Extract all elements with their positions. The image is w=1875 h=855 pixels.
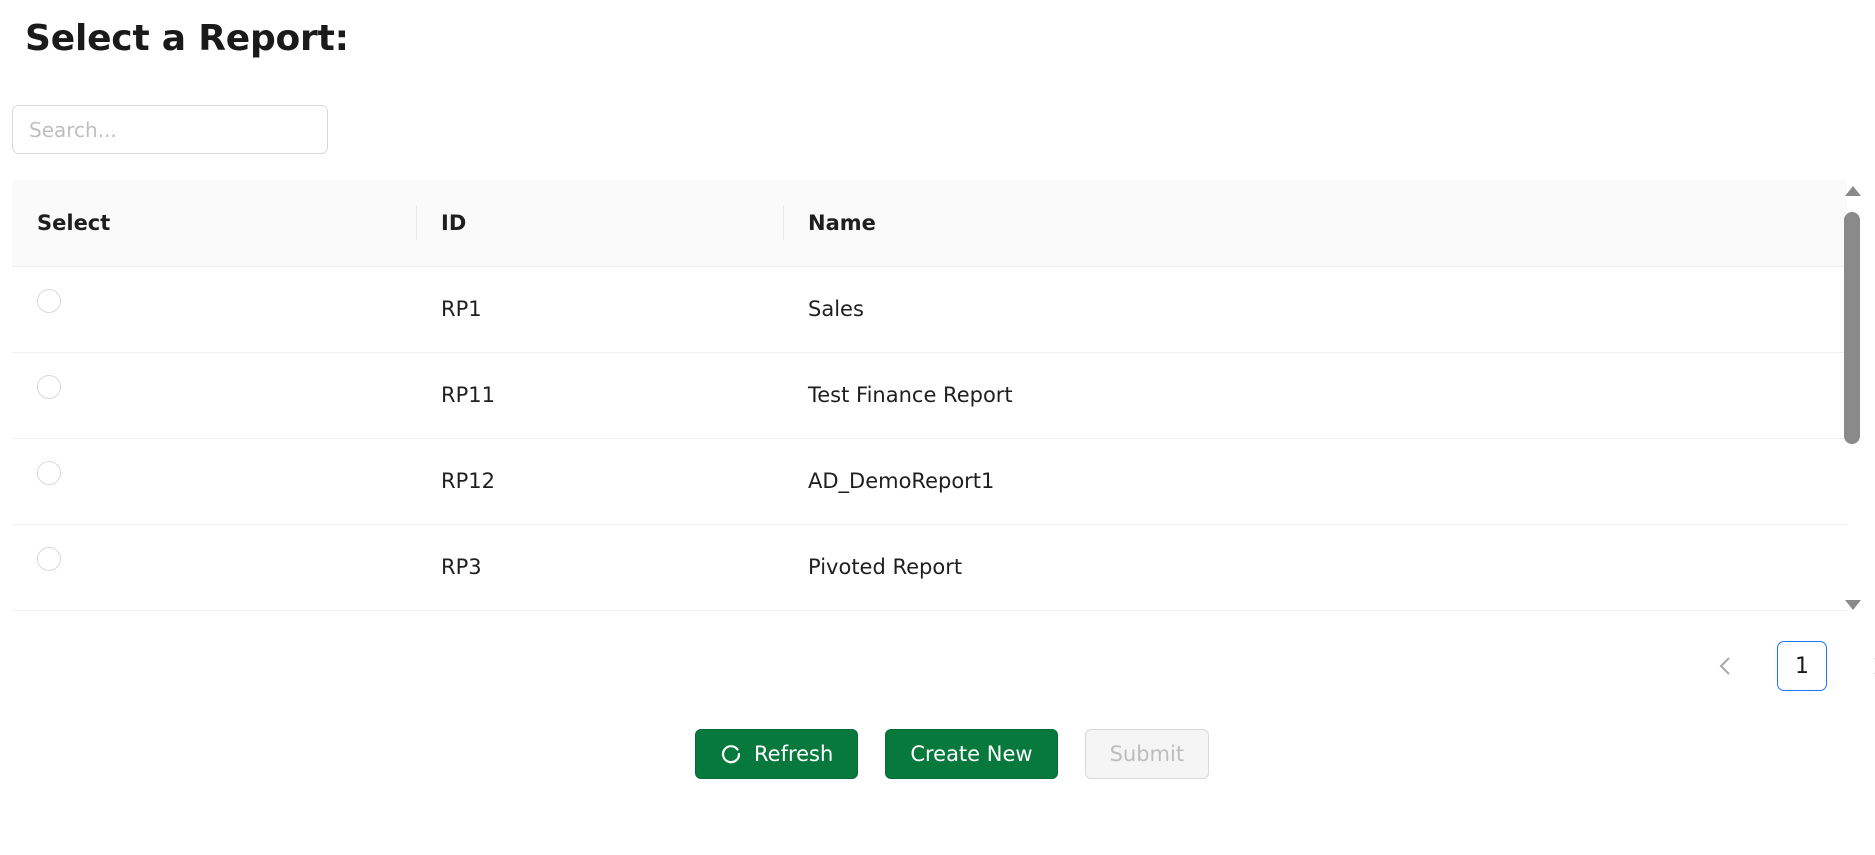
- table-row[interactable]: RP1 Sales: [12, 266, 1847, 353]
- name-cell: Sales: [783, 266, 1847, 353]
- scroll-down-arrow-icon[interactable]: [1845, 600, 1861, 610]
- row-radio-button[interactable]: [37, 547, 61, 571]
- select-cell: [12, 438, 416, 525]
- row-radio-button[interactable]: [37, 375, 61, 399]
- id-cell: RP11: [416, 352, 783, 439]
- pagination: 1: [1700, 641, 1875, 691]
- column-header-select: Select: [12, 180, 416, 267]
- pagination-page-current[interactable]: 1: [1777, 641, 1827, 691]
- submit-button[interactable]: Submit: [1084, 729, 1210, 779]
- scroll-up-arrow-icon[interactable]: [1845, 186, 1861, 196]
- row-radio-button[interactable]: [37, 289, 61, 313]
- select-cell: [12, 524, 416, 611]
- report-selector-page: Select a Report: Select ID Name RP1 S: [0, 0, 1875, 855]
- submit-button-label: Submit: [1109, 742, 1185, 766]
- row-radio-button[interactable]: [37, 461, 61, 485]
- table-row[interactable]: RP3 Pivoted Report: [12, 524, 1847, 611]
- id-cell: RP1: [416, 266, 783, 353]
- create-new-button-label: Create New: [910, 742, 1033, 766]
- action-buttons: Refresh Create New Submit: [695, 729, 1210, 779]
- column-header-name[interactable]: Name: [783, 180, 1847, 267]
- table-header-row: Select ID Name: [12, 180, 1847, 267]
- table-row[interactable]: RP12 AD_DemoReport1: [12, 438, 1847, 525]
- name-cell: AD_DemoReport1: [783, 438, 1847, 525]
- refresh-icon: [720, 743, 742, 765]
- name-cell: Test Finance Report: [783, 352, 1847, 439]
- chevron-right-icon[interactable]: [1854, 641, 1875, 691]
- select-cell: [12, 266, 416, 353]
- column-header-id[interactable]: ID: [416, 180, 783, 267]
- select-cell: [12, 352, 416, 439]
- chevron-left-icon[interactable]: [1700, 641, 1750, 691]
- refresh-button[interactable]: Refresh: [695, 729, 859, 779]
- id-cell: RP3: [416, 524, 783, 611]
- table-scrollbar[interactable]: [1842, 186, 1862, 610]
- id-cell: RP12: [416, 438, 783, 525]
- scrollbar-thumb[interactable]: [1844, 212, 1860, 444]
- reports-table-container: Select ID Name RP1 Sales RP11 Test Finan…: [12, 180, 1847, 612]
- name-cell: Pivoted Report: [783, 524, 1847, 611]
- reports-table: Select ID Name RP1 Sales RP11 Test Finan…: [12, 180, 1847, 611]
- refresh-button-label: Refresh: [754, 742, 834, 766]
- search-input[interactable]: [12, 105, 328, 154]
- create-new-button[interactable]: Create New: [885, 729, 1058, 779]
- page-title: Select a Report:: [25, 18, 349, 59]
- table-row[interactable]: RP11 Test Finance Report: [12, 352, 1847, 439]
